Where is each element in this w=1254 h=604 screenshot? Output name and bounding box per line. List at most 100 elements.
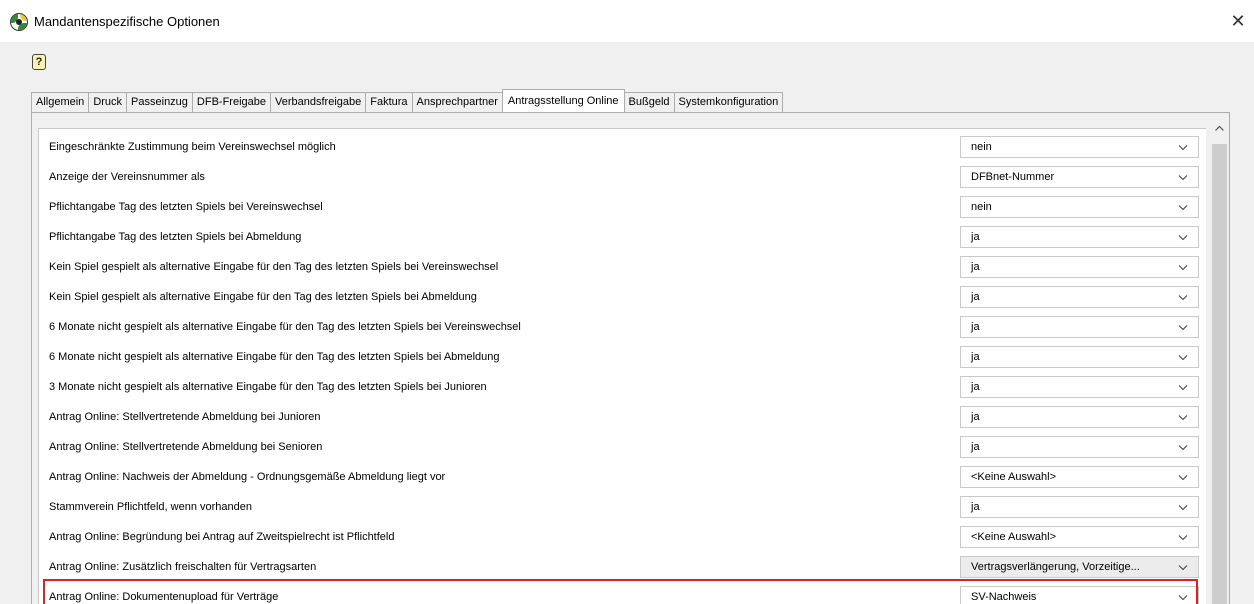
option-label: Stammverein Pflichtfeld, wenn vorhanden bbox=[49, 501, 252, 513]
option-label: Antrag Online: Stellvertretende Abmeldun… bbox=[49, 411, 321, 423]
option-dropdown[interactable]: DFBnet-Nummer bbox=[960, 166, 1199, 188]
option-label: Eingeschränkte Zustimmung beim Vereinswe… bbox=[49, 141, 336, 153]
option-row: Antrag Online: Stellvertretende Abmeldun… bbox=[39, 432, 1206, 462]
option-row: Antrag Online: Zusätzlich freischalten f… bbox=[39, 552, 1206, 582]
tab-dfb-freigabe[interactable]: DFB-Freigabe bbox=[191, 92, 271, 112]
scroll-thumb[interactable] bbox=[1212, 144, 1227, 604]
option-row: Pflichtangabe Tag des letzten Spiels bei… bbox=[39, 192, 1206, 222]
option-dropdown[interactable]: SV-Nachweis bbox=[960, 586, 1199, 604]
tab-faktura[interactable]: Faktura bbox=[365, 92, 413, 112]
chevron-down-icon bbox=[1178, 325, 1188, 331]
tab-verbandsfreigabe[interactable]: Verbandsfreigabe bbox=[270, 92, 367, 112]
dropdown-value: ja bbox=[971, 441, 980, 453]
chevron-down-icon bbox=[1178, 565, 1188, 571]
dropdown-value: ja bbox=[971, 261, 980, 273]
option-dropdown[interactable]: ja bbox=[960, 436, 1199, 458]
options-list: Eingeschränkte Zustimmung beim Vereinswe… bbox=[38, 128, 1206, 604]
option-row: Antrag Online: Nachweis der Abmeldung - … bbox=[39, 462, 1206, 492]
option-dropdown[interactable]: <Keine Auswahl> bbox=[960, 526, 1199, 548]
option-dropdown[interactable]: ja bbox=[960, 226, 1199, 248]
dropdown-value: SV-Nachweis bbox=[971, 591, 1037, 603]
dropdown-value: ja bbox=[971, 321, 980, 333]
option-row: Kein Spiel gespielt als alternative Eing… bbox=[39, 282, 1206, 312]
option-dropdown[interactable]: ja bbox=[960, 496, 1199, 518]
option-label: Antrag Online: Stellvertretende Abmeldun… bbox=[49, 441, 323, 453]
chevron-down-icon bbox=[1178, 445, 1188, 451]
chevron-down-icon bbox=[1178, 295, 1188, 301]
vertical-scrollbar[interactable] bbox=[1211, 120, 1228, 604]
dropdown-value: <Keine Auswahl> bbox=[971, 531, 1057, 543]
tab-druck[interactable]: Druck bbox=[88, 92, 128, 112]
dropdown-value: ja bbox=[971, 501, 980, 513]
option-dropdown[interactable]: ja bbox=[960, 406, 1199, 428]
option-label: 6 Monate nicht gespielt als alternative … bbox=[49, 351, 500, 363]
dropdown-value: <Keine Auswahl> bbox=[971, 471, 1057, 483]
close-button[interactable]: ✕ bbox=[1228, 10, 1248, 32]
help-icon[interactable]: ? bbox=[32, 54, 46, 70]
chevron-down-icon bbox=[1178, 415, 1188, 421]
option-label: Anzeige der Vereinsnummer als bbox=[49, 171, 205, 183]
option-label: Antrag Online: Dokumentenupload für Vert… bbox=[49, 591, 279, 603]
dropdown-value: ja bbox=[971, 231, 980, 243]
option-row: 6 Monate nicht gespielt als alternative … bbox=[39, 312, 1206, 342]
option-dropdown[interactable]: <Keine Auswahl> bbox=[960, 466, 1199, 488]
chevron-down-icon bbox=[1178, 355, 1188, 361]
option-dropdown[interactable]: ja bbox=[960, 346, 1199, 368]
option-label: Kein Spiel gespielt als alternative Eing… bbox=[49, 291, 477, 303]
option-label: Antrag Online: Nachweis der Abmeldung - … bbox=[49, 471, 446, 483]
window-title: Mandantenspezifische Optionen bbox=[34, 14, 220, 29]
option-row: Antrag Online: Begründung bei Antrag auf… bbox=[39, 522, 1206, 552]
scroll-up-button[interactable] bbox=[1211, 120, 1228, 137]
option-row: Antrag Online: Stellvertretende Abmeldun… bbox=[39, 402, 1206, 432]
dropdown-value: ja bbox=[971, 291, 980, 303]
chevron-down-icon bbox=[1178, 265, 1188, 271]
chevron-down-icon bbox=[1178, 505, 1188, 511]
chevron-down-icon bbox=[1178, 535, 1188, 541]
tab-bar: Allgemein Druck Passeinzug DFB-Freigabe Verb… bbox=[31, 89, 784, 112]
dropdown-value: nein bbox=[971, 141, 992, 153]
tab-systemkonfiguration[interactable]: Systemkonfiguration bbox=[673, 92, 784, 112]
option-label: Kein Spiel gespielt als alternative Eing… bbox=[49, 261, 499, 273]
option-dropdown[interactable]: nein bbox=[960, 136, 1199, 158]
tab-ansprechpartner[interactable]: Ansprechpartner bbox=[411, 92, 503, 112]
option-row: Eingeschränkte Zustimmung beim Vereinswe… bbox=[39, 132, 1206, 162]
option-dropdown[interactable]: Vertragsverlängerung, Vorzeitige... bbox=[960, 556, 1199, 578]
option-dropdown[interactable]: ja bbox=[960, 286, 1199, 308]
dropdown-value: Vertragsverlängerung, Vorzeitige... bbox=[971, 561, 1140, 573]
tab-bu-geld[interactable]: Bußgeld bbox=[623, 92, 675, 112]
tab-antragsstellung-online[interactable]: Antragsstellung Online bbox=[501, 89, 625, 112]
title-bar: Mandantenspezifische Optionen ✕ bbox=[0, 0, 1254, 42]
chevron-down-icon bbox=[1178, 475, 1188, 481]
option-dropdown[interactable]: ja bbox=[960, 316, 1199, 338]
chevron-down-icon bbox=[1178, 175, 1188, 181]
dropdown-value: nein bbox=[971, 201, 992, 213]
dropdown-value: DFBnet-Nummer bbox=[971, 171, 1055, 183]
option-dropdown[interactable]: nein bbox=[960, 196, 1199, 218]
option-row: Anzeige der Vereinsnummer als DFBnet-Numm… bbox=[39, 162, 1206, 192]
chevron-down-icon bbox=[1178, 235, 1188, 241]
dropdown-value: ja bbox=[971, 411, 980, 423]
option-row: 6 Monate nicht gespielt als alternative … bbox=[39, 342, 1206, 372]
option-dropdown[interactable]: ja bbox=[960, 376, 1199, 398]
tab-passeinzug[interactable]: Passeinzug bbox=[126, 92, 193, 112]
option-label: Pflichtangabe Tag des letzten Spiels bei… bbox=[49, 231, 302, 243]
option-label: 6 Monate nicht gespielt als alternative … bbox=[49, 321, 521, 333]
option-label: Antrag Online: Begründung bei Antrag auf… bbox=[49, 531, 395, 543]
option-row: Kein Spiel gespielt als alternative Eing… bbox=[39, 252, 1206, 282]
chevron-down-icon bbox=[1178, 205, 1188, 211]
tab-allgemein[interactable]: Allgemein bbox=[31, 92, 90, 112]
option-row: Antrag Online: Dokumentenupload für Vert… bbox=[39, 582, 1206, 604]
option-label: 3 Monate nicht gespielt als alternative … bbox=[49, 381, 487, 393]
chevron-up-icon bbox=[1215, 125, 1224, 131]
chevron-down-icon bbox=[1178, 595, 1188, 601]
dropdown-value: ja bbox=[971, 381, 980, 393]
option-row: Pflichtangabe Tag des letzten Spiels bei… bbox=[39, 222, 1206, 252]
chevron-down-icon bbox=[1178, 145, 1188, 151]
option-label: Pflichtangabe Tag des letzten Spiels bei… bbox=[49, 201, 323, 213]
option-row: 3 Monate nicht gespielt als alternative … bbox=[39, 372, 1206, 402]
option-dropdown[interactable]: ja bbox=[960, 256, 1199, 278]
option-row: Stammverein Pflichtfeld, wenn vorhanden j… bbox=[39, 492, 1206, 522]
chevron-down-icon bbox=[1178, 385, 1188, 391]
dropdown-value: ja bbox=[971, 351, 980, 363]
option-label: Antrag Online: Zusätzlich freischalten f… bbox=[49, 561, 317, 573]
